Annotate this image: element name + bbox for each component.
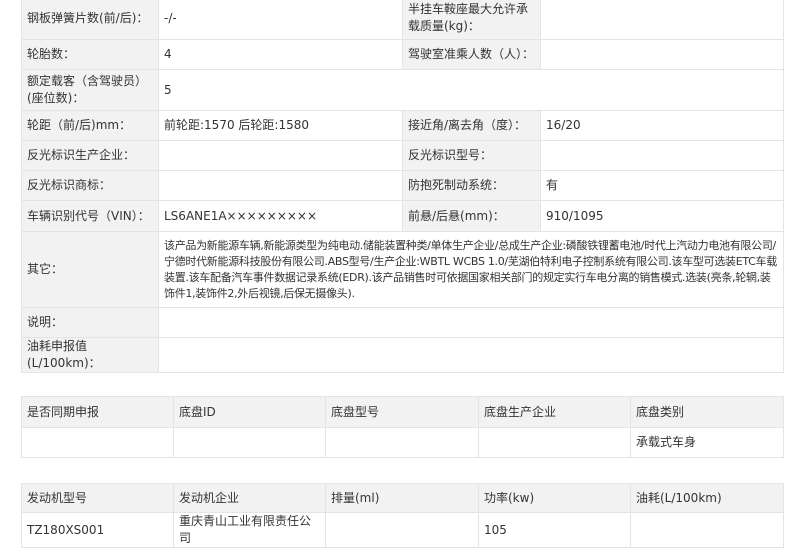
label-tire-count: 轮胎数： — [21, 39, 159, 70]
engine-header-displacement: 排量(ml) — [325, 483, 479, 513]
spec-row-fuel: 油耗申报值(L/100km)： — [21, 337, 784, 373]
label-other: 其它： — [21, 231, 159, 308]
engine-header-maker: 发动机企业 — [173, 483, 326, 513]
value-overhang: 910/1095 — [540, 200, 784, 232]
label-reflector-brand: 反光标识商标： — [21, 170, 159, 201]
chassis-header-model: 底盘型号 — [325, 396, 479, 428]
spec-row-notes: 说明： — [21, 307, 784, 338]
label-approach-departure: 接近角/离去角（度）： — [402, 110, 541, 141]
vehicle-spec-table: 钢板弹簧片数(前/后)： -/- 半挂车鞍座最大允许承载质量(kg)： 轮胎数：… — [21, 0, 784, 373]
label-cab-capacity: 驾驶室准乘人数（人）： — [402, 39, 541, 70]
engine-header-fuel: 油耗(L/100km) — [630, 483, 784, 513]
label-overhang: 前悬/后悬(mm)： — [402, 200, 541, 232]
engine-header-power: 功率(kw) — [478, 483, 631, 513]
engine-model-value: TZ180XS001 — [21, 512, 174, 548]
chassis-header-maker: 底盘生产企业 — [478, 396, 631, 428]
label-notes: 说明： — [21, 307, 159, 338]
label-reflector-model: 反光标识型号： — [402, 140, 541, 171]
spec-row-reflector-brand: 反光标识商标： 防抱死制动系统： 有 — [21, 170, 784, 201]
label-track: 轮距（前/后)mm： — [21, 110, 159, 141]
chassis-header-row: 是否同期申报 底盘ID 底盘型号 底盘生产企业 底盘类别 — [21, 396, 784, 428]
label-fuel-declared: 油耗申报值(L/100km)： — [21, 337, 159, 373]
label-saddle-load: 半挂车鞍座最大允许承载质量(kg)： — [402, 0, 541, 40]
spec-row-tires: 轮胎数： 4 驾驶室准乘人数（人）： — [21, 39, 784, 70]
chassis-header-concurrent: 是否同期申报 — [21, 396, 174, 428]
value-leaf-springs: -/- — [158, 0, 403, 40]
value-approach-departure: 16/20 — [540, 110, 784, 141]
value-fuel-declared — [158, 337, 784, 373]
label-reflector-maker: 反光标识生产企业： — [21, 140, 159, 171]
value-reflector-brand — [158, 170, 403, 201]
engine-displacement-value — [325, 512, 479, 548]
table-row: 承载式车身 — [21, 427, 784, 458]
engine-power-value: 105 — [478, 512, 631, 548]
engine-table: 发动机型号 发动机企业 排量(ml) 功率(kw) 油耗(L/100km) TZ… — [21, 483, 784, 548]
value-notes — [158, 307, 784, 338]
spec-row-other: 其它： 该产品为新能源车辆,新能源类型为纯电动.储能装置种类/单体生产企业/总成… — [21, 231, 784, 308]
value-other: 该产品为新能源车辆,新能源类型为纯电动.储能装置种类/单体生产企业/总成生产企业… — [158, 231, 784, 308]
label-abs: 防抱死制动系统： — [402, 170, 541, 201]
spec-row-reflector-maker: 反光标识生产企业： 反光标识型号： — [21, 140, 784, 171]
engine-maker-value: 重庆青山工业有限责任公司 — [173, 512, 326, 548]
chassis-maker-value — [478, 427, 631, 458]
chassis-model-value — [325, 427, 479, 458]
value-seats: 5 — [158, 69, 784, 111]
value-reflector-model — [540, 140, 784, 171]
spec-row-vin: 车辆识别代号（VIN）： LS6ANE1A××××××××× 前悬/后悬(mm)… — [21, 200, 784, 232]
engine-header-row: 发动机型号 发动机企业 排量(ml) 功率(kw) 油耗(L/100km) — [21, 483, 784, 513]
value-track: 前轮距:1570 后轮距:1580 — [158, 110, 403, 141]
value-saddle-load — [540, 0, 784, 40]
value-vin: LS6ANE1A××××××××× — [158, 200, 403, 232]
spec-row-leaf-springs: 钢板弹簧片数(前/后)： -/- 半挂车鞍座最大允许承载质量(kg)： — [21, 0, 784, 40]
spec-row-track: 轮距（前/后)mm： 前轮距:1570 后轮距:1580 接近角/离去角（度）：… — [21, 110, 784, 141]
table-row: TZ180XS001 重庆青山工业有限责任公司 105 — [21, 512, 784, 548]
label-vin: 车辆识别代号（VIN）： — [21, 200, 159, 232]
chassis-concurrent-value — [21, 427, 174, 458]
label-leaf-springs: 钢板弹簧片数(前/后)： — [21, 0, 159, 40]
chassis-table: 是否同期申报 底盘ID 底盘型号 底盘生产企业 底盘类别 承载式车身 — [21, 396, 784, 458]
chassis-category-value: 承载式车身 — [630, 427, 784, 458]
value-abs: 有 — [540, 170, 784, 201]
engine-header-model: 发动机型号 — [21, 483, 174, 513]
chassis-header-category: 底盘类别 — [630, 396, 784, 428]
chassis-id-value — [173, 427, 326, 458]
chassis-header-id: 底盘ID — [173, 396, 326, 428]
engine-fuel-value — [630, 512, 784, 548]
value-reflector-maker — [158, 140, 403, 171]
spec-row-seats: 额定载客（含驾驶员）(座位数)： 5 — [21, 69, 784, 111]
label-seats: 额定载客（含驾驶员）(座位数)： — [21, 69, 159, 111]
value-cab-capacity — [540, 39, 784, 70]
value-tire-count: 4 — [158, 39, 403, 70]
